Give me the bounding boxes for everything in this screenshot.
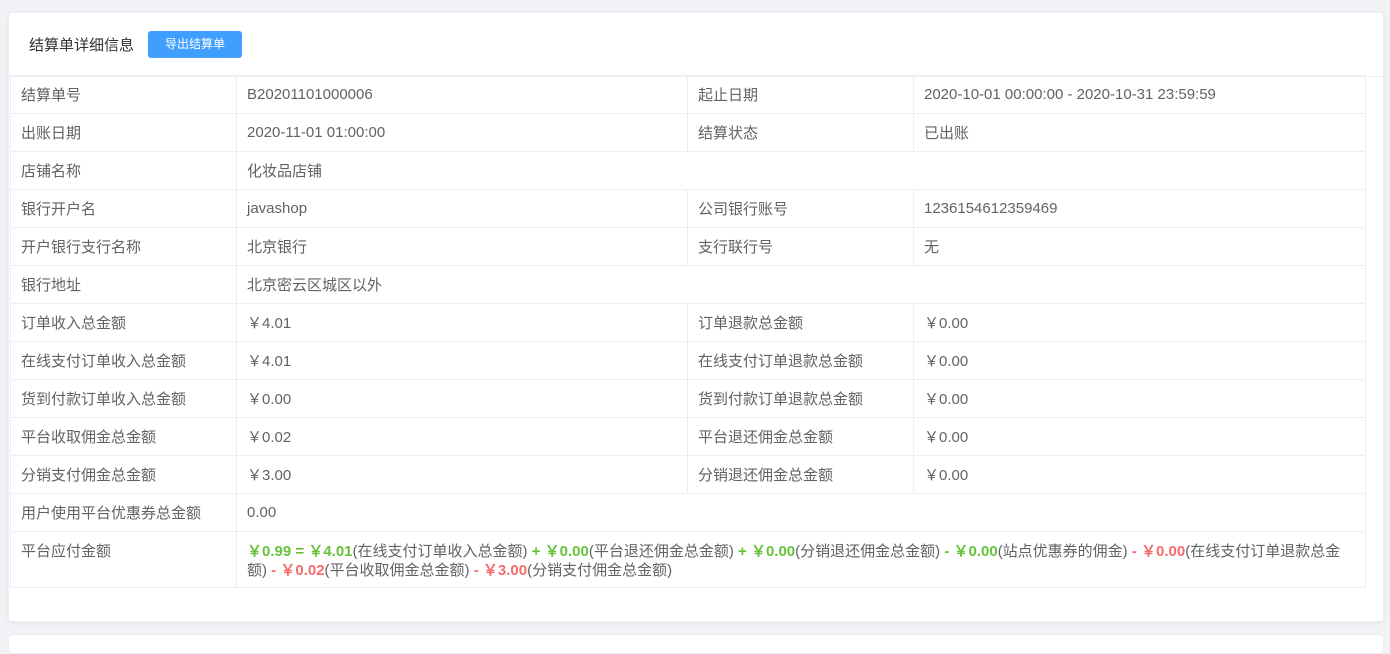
table-row: 银行地址 北京密云区城区以外 [10,265,1366,304]
formula-op-4: - [944,543,950,560]
table-row: 结算单号 B20201101000006 起止日期 2020-10-01 00:… [10,75,1366,114]
formula-term-7: ￥3.00 [482,562,528,579]
bill-date-label: 出账日期 [10,113,237,152]
settlement-no-value: B20201101000006 [236,75,688,114]
formula-term-2: ￥0.00 [544,543,589,560]
branch-code-value: 无 [913,227,1366,266]
distribution-commission-refund-value: ￥0.00 [913,455,1366,494]
status-label: 结算状态 [687,113,914,152]
card-header: 结算单详细信息 导出结算单 [9,13,1383,77]
table-row: 货到付款订单收入总金额 ￥0.00 货到付款订单退款总金额 ￥0.00 [10,379,1366,418]
formula-term-4: ￥0.00 [953,543,998,560]
bank-branch-label: 开户银行支行名称 [10,227,237,266]
order-refund-label: 订单退款总金额 [687,303,914,342]
company-account-value: 1236154612359469 [913,189,1366,228]
payable-result: ￥0.99 [247,543,292,560]
distribution-commission-refund-label: 分销退还佣金总金额 [687,455,914,494]
bank-branch-value: 北京银行 [236,227,688,266]
formula-desc-4: (站点优惠券的佣金) [997,543,1128,560]
shop-name-value: 化妆品店铺 [236,151,1366,190]
settlement-detail-table: 结算单号 B20201101000006 起止日期 2020-10-01 00:… [10,75,1366,588]
table-row: 在线支付订单收入总金额 ￥4.01 在线支付订单退款总金额 ￥0.00 [10,341,1366,380]
order-income-value: ￥4.01 [236,303,688,342]
formula-op-5: - [1131,543,1137,560]
payable-label: 平台应付金额 [10,531,237,588]
table-row: 开户银行支行名称 北京银行 支行联行号 无 [10,227,1366,266]
table-row: 银行开户名 javashop 公司银行账号 1236154612359469 [10,189,1366,228]
cod-income-value: ￥0.00 [236,379,688,418]
formula-op-2: + [531,543,541,560]
payable-formula: ￥0.99 = ￥4.01(在线支付订单收入总金额) + ￥0.00(平台退还佣… [236,531,1366,588]
platform-commission-refund-value: ￥0.00 [913,417,1366,456]
next-card-edge [8,634,1384,654]
settlement-no-label: 结算单号 [10,75,237,114]
shop-name-label: 店铺名称 [10,151,237,190]
platform-commission-value: ￥0.02 [236,417,688,456]
online-refund-label: 在线支付订单退款总金额 [687,341,914,380]
company-account-label: 公司银行账号 [687,189,914,228]
cod-refund-value: ￥0.00 [913,379,1366,418]
bank-address-value: 北京密云区城区以外 [236,265,1366,304]
formula-op-3: + [738,543,747,560]
formula-desc-2: (平台退还佣金总金额) [588,543,734,560]
online-refund-value: ￥0.00 [913,341,1366,380]
online-income-label: 在线支付订单收入总金额 [10,341,237,380]
page-title: 结算单详细信息 [29,37,135,54]
bank-account-name-value: javashop [236,189,688,228]
order-refund-value: ￥0.00 [913,303,1366,342]
coupon-total-label: 用户使用平台优惠券总金额 [10,493,237,532]
platform-commission-refund-label: 平台退还佣金总金额 [687,417,914,456]
formula-term-5: ￥0.00 [1141,543,1186,560]
distribution-commission-value: ￥3.00 [236,455,688,494]
formula-op-6: - [271,562,277,579]
formula-desc-1: (在线支付订单收入总金额) [352,543,528,560]
bill-date-value: 2020-11-01 01:00:00 [236,113,688,152]
online-income-value: ￥4.01 [236,341,688,380]
table-row: 平台应付金额 ￥0.99 = ￥4.01(在线支付订单收入总金额) + ￥0.0… [10,531,1366,588]
table-row: 店铺名称 化妆品店铺 [10,151,1366,190]
period-value: 2020-10-01 00:00:00 - 2020-10-31 23:59:5… [913,75,1366,114]
table-row: 平台收取佣金总金额 ￥0.02 平台退还佣金总金额 ￥0.00 [10,417,1366,456]
formula-term-3: ￥0.00 [750,543,796,560]
bank-account-name-label: 银行开户名 [10,189,237,228]
table-row: 订单收入总金额 ￥4.01 订单退款总金额 ￥0.00 [10,303,1366,342]
formula-desc-3: (分销退还佣金总金额) [795,543,941,560]
table-row: 出账日期 2020-11-01 01:00:00 结算状态 已出账 [10,113,1366,152]
formula-term-6: ￥0.02 [280,562,325,579]
platform-commission-label: 平台收取佣金总金额 [10,417,237,456]
cod-refund-label: 货到付款订单退款总金额 [687,379,914,418]
bank-address-label: 银行地址 [10,265,237,304]
period-label: 起止日期 [687,75,914,114]
table-row: 用户使用平台优惠券总金额 0.00 [10,493,1366,532]
formula-op-7: - [473,562,479,579]
cod-income-label: 货到付款订单收入总金额 [10,379,237,418]
formula-equals: = [295,543,305,560]
formula-desc-7: (分销支付佣金总金额) [527,562,673,579]
table-row: 分销支付佣金总金额 ￥3.00 分销退还佣金总金额 ￥0.00 [10,455,1366,494]
branch-code-label: 支行联行号 [687,227,914,266]
formula-desc-6: (平台收取佣金总金额) [324,562,470,579]
formula-term-1: ￥4.01 [308,543,353,560]
coupon-total-value: 0.00 [236,493,1366,532]
distribution-commission-label: 分销支付佣金总金额 [10,455,237,494]
order-income-label: 订单收入总金额 [10,303,237,342]
export-settlement-button[interactable]: 导出结算单 [148,31,243,58]
status-value: 已出账 [913,113,1366,152]
